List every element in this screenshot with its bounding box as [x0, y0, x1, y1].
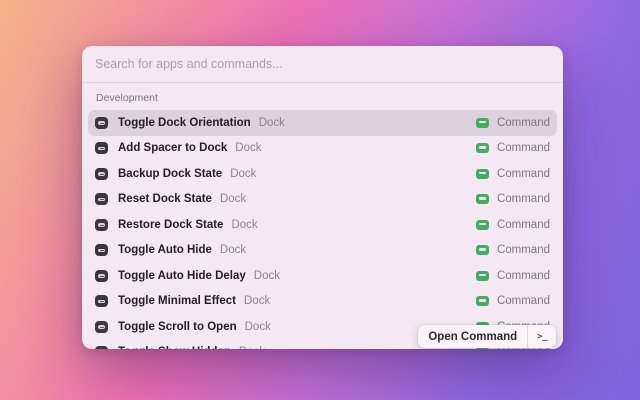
command-subtitle: Dock	[244, 295, 270, 307]
command-type-label: Command	[497, 117, 550, 129]
command-title: Toggle Auto Hide	[118, 244, 212, 256]
dock-icon	[95, 219, 108, 231]
command-type-label: Command	[497, 219, 550, 231]
command-type-label: Command	[497, 270, 550, 282]
command-type-label: Command	[497, 168, 550, 180]
extension-icon	[476, 296, 489, 306]
results-area: Development Toggle Dock Orientation Dock…	[82, 91, 563, 349]
open-command-hint[interactable]: Open Command >_	[418, 325, 556, 348]
command-list: Toggle Dock Orientation Dock Command Add…	[88, 110, 557, 349]
section-header: Development	[96, 91, 549, 105]
dock-icon	[95, 117, 108, 129]
dock-icon	[95, 142, 108, 154]
extension-icon	[476, 245, 489, 255]
search-bar	[82, 46, 563, 83]
command-title: Toggle Minimal Effect	[118, 295, 236, 307]
dock-icon	[95, 193, 108, 205]
command-type-label: Command	[497, 193, 550, 205]
command-list-item[interactable]: Restore Dock State Dock Command	[88, 212, 557, 238]
command-subtitle: Dock	[220, 244, 246, 256]
command-title: Restore Dock State	[118, 219, 223, 231]
command-type-label: Command	[497, 244, 550, 256]
command-subtitle: Dock	[235, 142, 261, 154]
command-subtitle: Dock	[254, 270, 280, 282]
command-list-item[interactable]: Toggle Minimal Effect Dock Command	[88, 289, 557, 315]
search-input[interactable]	[95, 57, 550, 71]
command-palette-window: Development Toggle Dock Orientation Dock…	[82, 46, 563, 349]
dock-icon	[95, 321, 108, 333]
extension-icon	[476, 194, 489, 204]
dock-icon	[95, 244, 108, 256]
command-title: Add Spacer to Dock	[118, 142, 227, 154]
command-subtitle: Dock	[231, 219, 257, 231]
command-title: Toggle Show Hidden	[118, 346, 231, 349]
command-type-label: Command	[497, 142, 550, 154]
extension-icon	[476, 271, 489, 281]
command-list-item[interactable]: Toggle Auto Hide Dock Command	[88, 238, 557, 264]
command-list-item[interactable]: Toggle Dock Orientation Dock Command	[88, 110, 557, 136]
extension-icon	[476, 118, 489, 128]
terminal-prompt-key-icon: >_	[527, 325, 556, 348]
dock-icon	[95, 346, 108, 349]
command-subtitle: Dock	[220, 193, 246, 205]
command-title: Reset Dock State	[118, 193, 212, 205]
dock-icon	[95, 295, 108, 307]
command-title: Toggle Dock Orientation	[118, 117, 251, 129]
desktop-background: Development Toggle Dock Orientation Dock…	[0, 0, 640, 400]
extension-icon	[476, 169, 489, 179]
command-subtitle: Dock	[230, 168, 256, 180]
command-title: Toggle Scroll to Open	[118, 321, 237, 333]
hint-label: Open Command	[418, 331, 527, 343]
command-subtitle: Dock	[239, 346, 265, 349]
command-subtitle: Dock	[259, 117, 285, 129]
command-title: Backup Dock State	[118, 168, 222, 180]
extension-icon	[476, 220, 489, 230]
command-subtitle: Dock	[245, 321, 271, 333]
dock-icon	[95, 168, 108, 180]
command-type-label: Command	[497, 295, 550, 307]
command-list-item[interactable]: Backup Dock State Dock Command	[88, 161, 557, 187]
dock-icon	[95, 270, 108, 282]
command-list-item[interactable]: Add Spacer to Dock Dock Command	[88, 136, 557, 162]
command-title: Toggle Auto Hide Delay	[118, 270, 246, 282]
extension-icon	[476, 143, 489, 153]
command-list-item[interactable]: Toggle Auto Hide Delay Dock Command	[88, 263, 557, 289]
command-list-item[interactable]: Reset Dock State Dock Command	[88, 187, 557, 213]
